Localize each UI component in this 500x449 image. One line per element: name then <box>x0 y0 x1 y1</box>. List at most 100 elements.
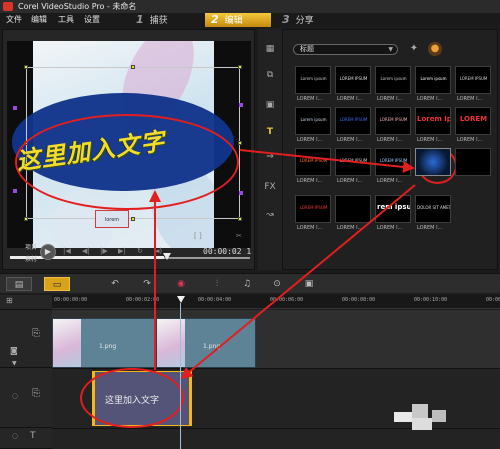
title-template-thumb[interactable]: LOREM IPSUM <box>455 66 491 94</box>
title-template-thumb[interactable]: LOREM IPSUM <box>295 195 331 223</box>
favorites-icon[interactable]: ✦ <box>407 42 421 56</box>
menu-settings[interactable]: 设置 <box>84 13 100 27</box>
title-template-thumb[interactable]: Lorem Ipsum <box>415 107 451 135</box>
split-button[interactable]: ✂ <box>236 232 242 240</box>
step-capture[interactable]: 1 捕获 <box>130 13 205 27</box>
annotation-oval <box>80 368 184 428</box>
volume-icon[interactable]: ◄) <box>154 247 162 255</box>
menu-tools[interactable]: 工具 <box>58 13 74 27</box>
title-template-thumb[interactable]: LOREM IPSUM <box>335 66 371 94</box>
thumb-text: rem ipsu OR SIT A <box>377 203 410 211</box>
home-button[interactable]: |◀ <box>63 247 71 255</box>
track-visibility-icon[interactable]: ◙ <box>10 346 18 355</box>
next-frame-button[interactable]: |▶ <box>100 247 108 255</box>
title-template-thumb[interactable]: Lorem ipsum <box>295 107 331 135</box>
title-template-thumb[interactable]: Lorem ipsum <box>295 66 331 94</box>
repeat-button[interactable]: ↻ <box>137 247 143 255</box>
filter-icon[interactable]: FX <box>263 181 277 193</box>
video-clip[interactable]: 1.png <box>156 318 256 368</box>
clip-thumbnail <box>53 319 81 367</box>
thumb-label: LOREM I... <box>377 96 403 102</box>
thumb-label: LOREM I... <box>417 96 443 102</box>
thumb-label: LOREM I... <box>457 96 483 102</box>
audio-mix-icon[interactable]: ⫶ <box>208 277 226 291</box>
import-icon[interactable]: ● <box>428 42 442 56</box>
thumb-text: LOREM IPSUM <box>299 158 328 163</box>
resize-handle[interactable] <box>131 65 135 69</box>
thumb-text: Lorem ipsum <box>380 76 407 81</box>
title-template-thumb[interactable]: LOREM IPSUM <box>335 148 371 176</box>
thumb-label: LOREM I... <box>377 137 403 143</box>
title-template-thumb[interactable]: rem ipsu OR SIT A <box>375 195 411 223</box>
media-icon[interactable]: ▦ <box>263 43 277 55</box>
chevron-down-icon[interactable]: ▼ <box>12 360 17 367</box>
zoom-fit-icon[interactable]: ▣ <box>300 277 318 291</box>
end-button[interactable]: ▶| <box>118 247 126 255</box>
prev-frame-button[interactable]: ◀| <box>82 247 90 255</box>
menu-edit[interactable]: 编辑 <box>31 13 47 27</box>
title-template-thumb[interactable] <box>455 148 491 176</box>
mode-clip-label[interactable]: 素材 <box>25 254 37 263</box>
window-title: Corel VideoStudio Pro - 未命名 <box>18 2 137 11</box>
video-track-head: ◙ ⎘ ▼ <box>0 310 52 368</box>
title-template-thumb[interactable]: DOLOR SIT AMET <box>415 195 451 223</box>
video-track-icon: ⎘ <box>32 328 40 339</box>
undo-icon[interactable]: ↶ <box>108 277 122 291</box>
thumb-label: LOREM I... <box>337 225 363 231</box>
thumb-label: LOREM I... <box>297 178 323 184</box>
graphic-icon[interactable]: ▣ <box>263 99 277 111</box>
title-icon[interactable]: T <box>263 126 277 138</box>
timeline-ruler[interactable]: 00:00:00:00 00:00:02:00 00:00:04:00 00:00:0… <box>52 295 500 309</box>
timecode-display[interactable]: 00:00:02 1 <box>203 247 251 256</box>
scrubber-knob[interactable] <box>163 253 171 260</box>
title-template-thumb[interactable]: Lorem ipsum <box>375 66 411 94</box>
category-dropdown[interactable]: 标题 ▼ <box>293 44 398 55</box>
transition-icon[interactable]: ⧉ <box>263 69 277 81</box>
playhead-handle[interactable] <box>177 296 185 303</box>
title-template-thumb[interactable] <box>415 148 451 176</box>
track-visibility-icon[interactable]: ◌ <box>12 392 18 400</box>
path-icon[interactable]: ↝ <box>263 209 277 221</box>
title-template-thumb[interactable]: LOREM IPSUM <box>375 107 411 135</box>
mark-in-button[interactable]: [ ] <box>194 232 202 240</box>
track-menu-icon[interactable]: ⊞ <box>6 296 13 305</box>
transition-icon[interactable]: ⇒ <box>263 151 277 163</box>
thumb-text: LOREM IPSUM <box>379 117 408 122</box>
preview-window[interactable]: 这里加入文字 lorem <box>7 41 251 248</box>
video-track[interactable]: 1.png 1.png <box>52 310 500 368</box>
menu-file[interactable]: 文件 <box>6 13 22 27</box>
title-template-thumb[interactable]: LOREM IPSUM <box>375 148 411 176</box>
track-visibility-icon[interactable]: ◌ <box>12 432 18 440</box>
resize-handle[interactable] <box>131 217 135 221</box>
redo-icon[interactable]: ↷ <box>140 277 154 291</box>
thumb-label: LOREM I... <box>337 178 363 184</box>
vertex-handle[interactable] <box>239 103 243 107</box>
step-edit[interactable]: 2 编辑 <box>205 13 271 27</box>
record-icon[interactable]: ◉ <box>172 277 190 291</box>
thumb-label: LOREM I... <box>377 225 403 231</box>
thumb-text: LOREM IPSUM <box>339 76 368 81</box>
resize-handle[interactable] <box>238 141 242 145</box>
thumb-label: LOREM I... <box>297 225 323 231</box>
title-template-thumb[interactable]: LOREM IPSUM <box>335 107 371 135</box>
vertex-handle[interactable] <box>13 106 17 110</box>
resize-handle[interactable] <box>238 65 242 69</box>
title-template-thumb[interactable]: Lorem ipsum <box>415 66 451 94</box>
vertex-handle[interactable] <box>239 191 243 195</box>
title-template-thumb[interactable] <box>335 195 371 223</box>
resize-handle[interactable] <box>238 217 242 221</box>
step-share[interactable]: 3 分享 <box>276 13 346 27</box>
storyboard-icon[interactable]: ▤ <box>6 277 32 291</box>
resize-handle[interactable] <box>24 65 28 69</box>
mode-project-label[interactable]: 项目 <box>25 242 37 251</box>
thumb-text: LOREM IPSUM <box>339 158 368 163</box>
title-template-thumb[interactable]: LOREM <box>455 107 491 135</box>
timeline-icon[interactable]: ▭ <box>44 277 70 291</box>
title-template-thumb[interactable]: LOREM IPSUM <box>295 148 331 176</box>
resize-handle[interactable] <box>24 217 28 221</box>
vertex-handle[interactable] <box>13 189 17 193</box>
music-icon[interactable]: ♫ <box>238 277 256 291</box>
video-clip[interactable]: 1.png <box>52 318 156 368</box>
play-button[interactable]: ▶ <box>40 244 56 260</box>
chapter-icon[interactable]: ⊙ <box>268 277 286 291</box>
